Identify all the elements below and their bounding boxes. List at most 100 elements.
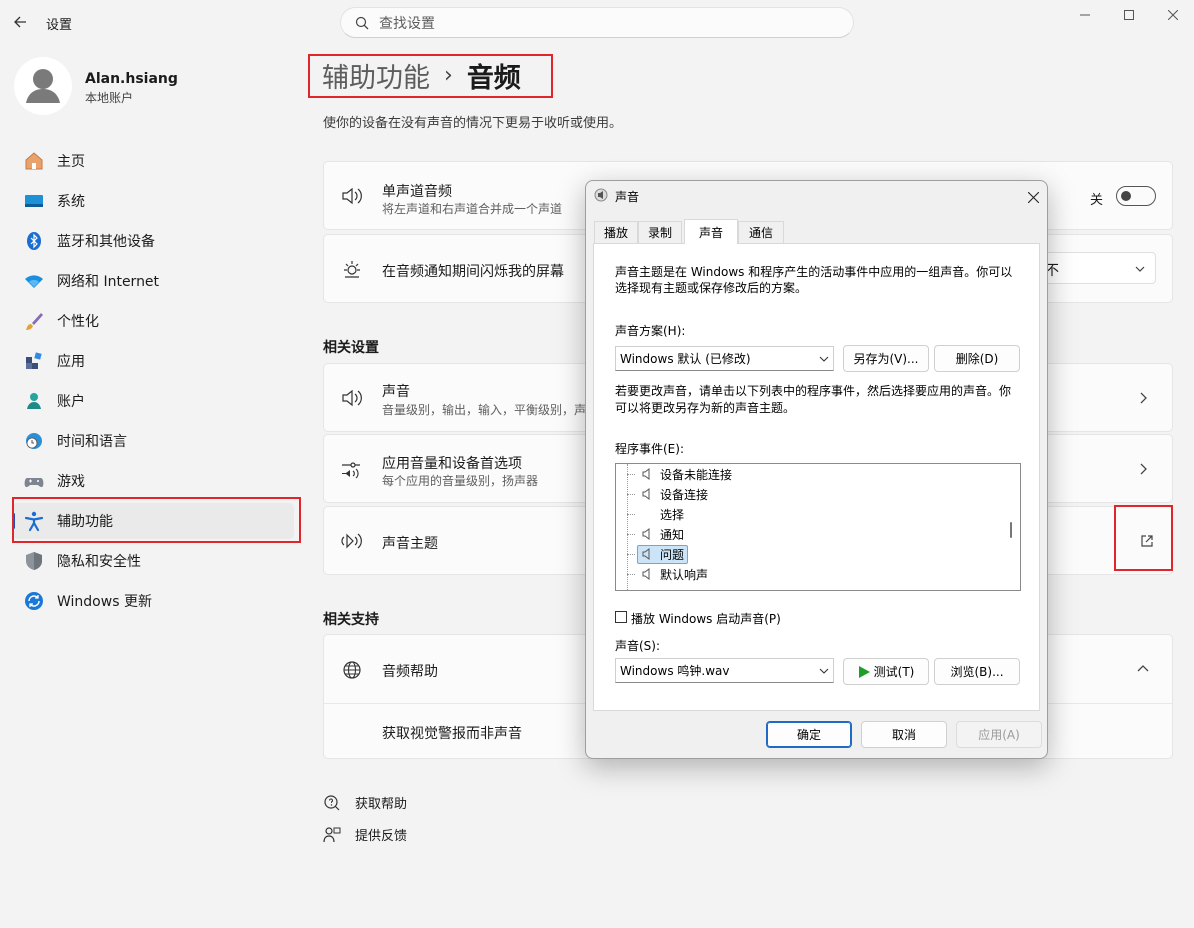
page-description: 使你的设备在没有声音的情况下更易于收听或使用。 <box>323 116 623 131</box>
sound-file-select[interactable]: Windows 鸣钟.wav <box>615 658 834 683</box>
feedback-link[interactable]: 提供反馈 <box>323 825 407 844</box>
close-window-button[interactable] <box>1150 6 1194 24</box>
speaker-small-icon <box>642 468 650 480</box>
mixer-icon <box>340 457 364 481</box>
user-name: Alan.hsiang <box>85 71 178 87</box>
sidebar-item-personalization[interactable]: 个性化 <box>12 303 294 339</box>
apps-icon <box>23 350 45 372</box>
dialog-title: 声音 <box>615 190 640 204</box>
sidebar-item-system[interactable]: 系统 <box>12 183 294 219</box>
scheme-select[interactable]: Windows 默认 (已修改) <box>615 346 834 371</box>
speaker-icon <box>340 386 364 410</box>
sidebar-item-label: 主页 <box>57 154 85 170</box>
sidebar-item-home[interactable]: 主页 <box>12 143 294 179</box>
highlight-box-breadcrumb <box>308 54 553 98</box>
minimize-button[interactable] <box>1062 6 1108 24</box>
scrollbar-thumb[interactable] <box>1010 522 1012 538</box>
change-hint-line-1: 若要更改声音，请单击以下列表中的程序事件，然后选择要应用的声音。你 <box>615 384 1012 398</box>
mono-audio-title: 单声道音频 <box>382 184 452 200</box>
sound-theme-title: 声音主题 <box>382 536 438 552</box>
sidebar-item-label: 个性化 <box>57 314 99 330</box>
audio-help-title: 音频帮助 <box>382 664 438 680</box>
sound-file-label: 声音(S): <box>615 639 661 653</box>
flash-dropdown[interactable]: 不 <box>1034 252 1156 284</box>
sound-theme-icon <box>340 529 364 553</box>
sidebar-item-network[interactable]: 网络和 Internet <box>12 263 294 299</box>
speaker-app-icon <box>594 188 608 202</box>
ok-button[interactable]: 确定 <box>766 721 852 748</box>
apply-button[interactable]: 应用(A) <box>956 721 1042 748</box>
avatar[interactable] <box>14 57 72 115</box>
sidebar-item-gaming[interactable]: 游戏 <box>12 463 294 499</box>
toggle-knob <box>1121 191 1131 201</box>
mono-audio-subtitle: 将左声道和右声道合并成一个声道 <box>382 202 563 216</box>
event-item-label: 问题 <box>660 547 685 562</box>
maximize-icon <box>1124 10 1134 20</box>
mono-audio-toggle[interactable] <box>1116 186 1156 206</box>
chevron-down-icon <box>819 356 829 362</box>
sound-dialog: 声音 播放 录制 声音 通信 声音主题是在 Windows 和程序产生的活动事件… <box>585 180 1048 759</box>
play-icon <box>858 665 870 678</box>
sounds-tab-panel: 声音主题是在 Windows 和程序产生的活动事件中应用的一组声音。你可以 选择… <box>593 243 1040 711</box>
cancel-button[interactable]: 取消 <box>861 721 947 748</box>
feedback-label: 提供反馈 <box>355 829 408 844</box>
sidebar-item-accounts[interactable]: 账户 <box>12 383 294 419</box>
tab-communications[interactable]: 通信 <box>738 221 784 243</box>
events-scrollbar[interactable] <box>1002 464 1020 590</box>
globe-icon <box>340 658 364 682</box>
wifi-icon <box>23 270 45 292</box>
search-placeholder: 查找设置 <box>379 15 435 32</box>
search-input[interactable]: 查找设置 <box>340 7 854 38</box>
speaker-small-icon <box>642 528 650 540</box>
window-title: 设置 <box>46 18 73 33</box>
tab-sounds[interactable]: 声音 <box>684 219 738 244</box>
get-help-link[interactable]: 获取帮助 <box>323 793 407 812</box>
delete-button[interactable]: 删除(D) <box>934 345 1020 372</box>
related-settings-heading: 相关设置 <box>323 340 379 356</box>
paintbrush-icon <box>23 310 45 332</box>
event-item[interactable]: 默认响声 <box>660 565 708 583</box>
clock-globe-icon <box>23 430 45 452</box>
feedback-icon <box>323 826 341 842</box>
search-icon <box>355 16 369 29</box>
close-icon <box>1168 10 1178 20</box>
chevron-right-icon <box>1140 463 1147 475</box>
event-item[interactable]: 选择 <box>660 505 684 523</box>
sidebar-item-label: 游戏 <box>57 474 85 490</box>
event-item[interactable]: 通知 <box>660 525 684 543</box>
visual-alerts-link[interactable]: 获取视觉警报而非声音 <box>382 723 522 743</box>
chevron-down-icon <box>819 668 829 674</box>
dialog-close-button[interactable] <box>1022 187 1044 207</box>
sidebar-item-label: 网络和 Internet <box>57 274 160 290</box>
sidebar-item-privacy[interactable]: 隐私和安全性 <box>12 543 294 579</box>
startup-sound-checkbox[interactable] <box>615 611 627 623</box>
bluetooth-icon <box>23 230 45 252</box>
person-icon <box>23 390 45 412</box>
back-button[interactable] <box>8 10 32 34</box>
tab-recording[interactable]: 录制 <box>638 221 682 243</box>
event-item[interactable]: 设备未能连接 <box>660 465 732 483</box>
sidebar-item-windows-update[interactable]: Windows 更新 <box>12 583 294 619</box>
event-item[interactable]: 设备连接 <box>660 485 708 503</box>
sidebar-item-apps[interactable]: 应用 <box>12 343 294 379</box>
intro-line-2: 选择现有主题或保存修改后的方案。 <box>615 281 808 295</box>
sound-title: 声音 <box>382 384 410 400</box>
app-volume-title: 应用音量和设备首选项 <box>382 456 522 472</box>
events-list[interactable]: 设备未能连接 设备连接 选择 通知 问题 默认响声 <box>615 463 1021 591</box>
sidebar-item-time-language[interactable]: 时间和语言 <box>12 423 294 459</box>
speaker-small-icon <box>642 548 650 560</box>
close-icon <box>1027 191 1039 203</box>
startup-sound-label[interactable]: 播放 Windows 启动声音(P) <box>631 610 781 627</box>
back-arrow-icon <box>14 16 26 28</box>
scheme-select-value: Windows 默认 (已修改) <box>620 352 751 366</box>
save-as-button[interactable]: 另存为(V)... <box>843 345 929 372</box>
home-icon <box>23 150 45 172</box>
sidebar-item-bluetooth[interactable]: 蓝牙和其他设备 <box>12 223 294 259</box>
browse-button[interactable]: 浏览(B)... <box>934 658 1020 685</box>
events-label: 程序事件(E): <box>615 442 684 456</box>
test-button[interactable]: 测试(T) <box>843 658 929 685</box>
sidebar-item-label: 系统 <box>57 194 85 210</box>
tab-playback[interactable]: 播放 <box>594 221 638 243</box>
gamepad-icon <box>23 470 45 492</box>
maximize-button[interactable] <box>1106 6 1152 24</box>
